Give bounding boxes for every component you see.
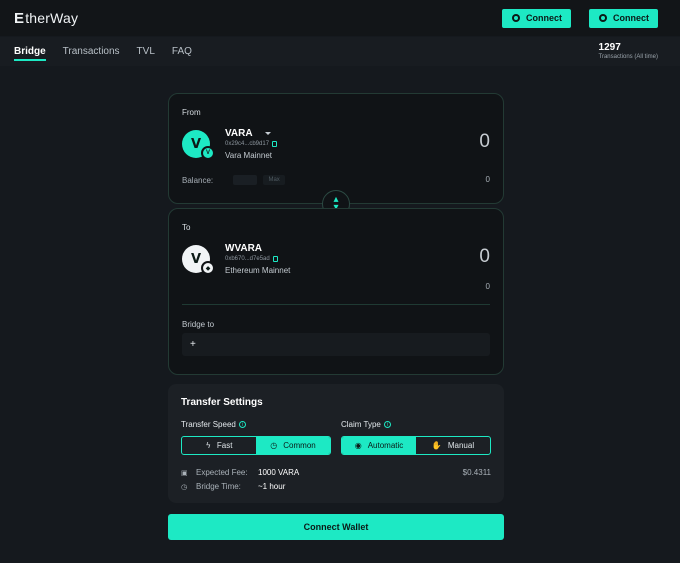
transfer-speed-label: Transfer Speed i	[181, 420, 246, 429]
vara-network-badge-icon: V	[201, 146, 215, 160]
balance-label: Balance:	[182, 175, 214, 185]
lightning-icon: ϟ	[205, 441, 211, 450]
settings-title: Transfer Settings	[181, 397, 263, 408]
bridge-time-label: Bridge Time:	[196, 482, 241, 491]
bridge-to-input[interactable]: +	[182, 333, 490, 356]
to-token-address: 0xb670...d7e5ad	[225, 256, 290, 262]
speed-fast-button[interactable]: ϟ Fast	[182, 437, 256, 454]
hand-icon: ✋	[431, 441, 442, 450]
to-token-name: WVARA	[225, 243, 263, 254]
copy-icon[interactable]	[272, 256, 278, 262]
from-token-info: VARA 0x29c4...cb9d17 Vara Mainnet	[225, 128, 278, 160]
transactions-label: Transactions (All time)	[598, 54, 658, 60]
nav-item-transactions[interactable]: Transactions	[63, 37, 120, 66]
connect-label: Connect	[526, 13, 562, 23]
to-amount: 0	[479, 246, 490, 267]
eth-wallet-icon	[599, 14, 607, 22]
transfer-settings-panel: Transfer Settings Transfer Speed i ϟ Fas…	[168, 384, 504, 503]
to-sub-amount: 0	[485, 282, 490, 291]
speed-common-button[interactable]: ◷ Common	[256, 437, 330, 454]
header-actions: Connect Connect	[502, 8, 658, 28]
chevron-down-icon[interactable]	[264, 132, 271, 135]
claim-type-label: Claim Type i	[341, 420, 391, 429]
claim-automatic-button[interactable]: ◉ Automatic	[342, 437, 416, 454]
from-token-selector[interactable]: V V VARA 0x29c4...cb9d17 Vara Mainnet	[182, 128, 278, 160]
divider	[182, 304, 490, 305]
bridge-to-label: Bridge to	[182, 320, 215, 329]
from-token-address: 0x29c4...cb9d17	[225, 141, 278, 147]
transfer-speed-toggle: ϟ Fast ◷ Common	[181, 436, 331, 455]
connect-wallet-button[interactable]: Connect Wallet	[168, 514, 504, 540]
clock-icon: ◷	[181, 482, 188, 491]
wvara-token-icon: V ◆	[182, 245, 215, 275]
clock-icon: ◷	[270, 441, 278, 450]
copy-icon[interactable]	[272, 141, 278, 147]
nav-item-bridge[interactable]: Bridge	[14, 37, 46, 66]
connect-label: Connect	[613, 13, 649, 23]
ethereum-network-badge-icon: ◆	[201, 261, 215, 275]
fee-value: 1000 VARA	[258, 468, 300, 477]
from-amount-input[interactable]: 0	[479, 131, 490, 153]
transactions-count: 1297	[598, 42, 621, 53]
to-token-selector[interactable]: V ◆ WVARA 0xb670...d7e5ad Ethereum Mainn…	[182, 243, 290, 275]
bridge-time-value: ~1 hour	[258, 482, 286, 491]
to-label: To	[182, 223, 191, 232]
fee-usd: $0.4311	[462, 468, 491, 477]
info-icon[interactable]: i	[383, 421, 391, 428]
main-nav: Bridge Transactions TVL FAQ	[14, 37, 192, 66]
to-token-info: WVARA 0xb670...d7e5ad Ethereum Mainnet	[225, 243, 290, 275]
nav-bar: Bridge Transactions TVL FAQ 1297 Transac…	[0, 37, 680, 66]
connect-eth-button[interactable]: Connect	[589, 8, 658, 28]
fee-label: Expected Fee:	[196, 468, 248, 477]
from-card: From V V VARA 0x29c4...cb9d17 Vara Mainn…	[168, 93, 504, 204]
from-balance-value: 0	[485, 175, 490, 184]
from-network: Vara Mainnet	[225, 151, 272, 160]
plus-icon: +	[190, 339, 196, 350]
claim-manual-button[interactable]: ✋ Manual	[416, 437, 490, 454]
transactions-stats: 1297 Transactions (All time)	[599, 42, 658, 61]
info-icon[interactable]: i	[238, 421, 246, 428]
connect-vara-button[interactable]: Connect	[502, 8, 571, 28]
nav-item-faq[interactable]: FAQ	[172, 37, 192, 66]
max-button[interactable]: Max	[263, 175, 286, 185]
logo-text: therWay	[25, 10, 79, 26]
bridge-time-row: ◷ Bridge Time: ~1 hour	[181, 482, 285, 491]
claim-type-toggle: ◉ Automatic ✋ Manual	[341, 436, 491, 455]
expected-fee-row: ▣ Expected Fee: 1000 VARA	[181, 468, 299, 477]
vara-token-icon: V V	[182, 130, 215, 160]
from-token-name: VARA	[225, 128, 277, 139]
to-card: To V ◆ WVARA 0xb670...d7e5ad Ethereum Ma…	[168, 208, 504, 375]
logo[interactable]: EtherWay	[14, 10, 78, 27]
check-circle-icon: ◉	[354, 441, 362, 450]
vara-wallet-icon	[512, 14, 520, 22]
to-network: Ethereum Mainnet	[225, 266, 291, 275]
from-label: From	[182, 108, 201, 117]
balance-row: Balance: Max	[182, 175, 286, 185]
fee-icon: ▣	[181, 468, 188, 477]
logo-prefix: E	[14, 9, 25, 27]
balance-value-box	[233, 175, 258, 185]
top-bar: EtherWay Connect Connect	[0, 0, 680, 36]
nav-item-tvl[interactable]: TVL	[137, 37, 155, 66]
